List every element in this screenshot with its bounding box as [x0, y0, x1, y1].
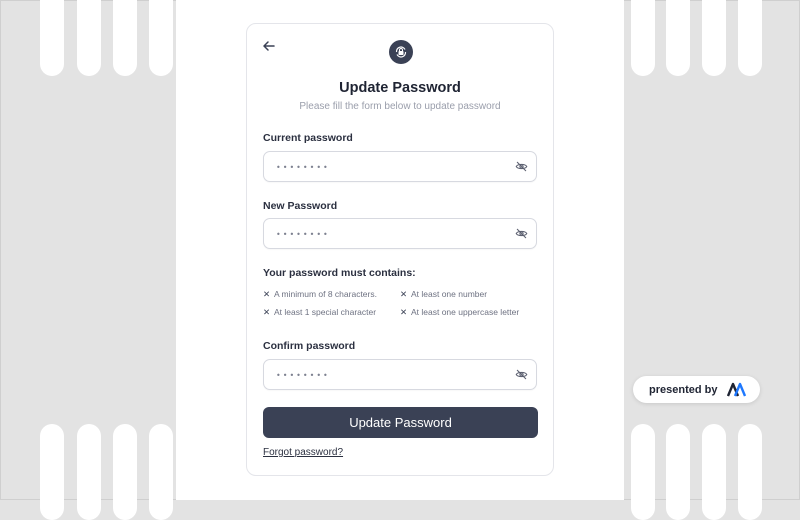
x-mark-icon: ✕ — [263, 289, 271, 299]
decor-pill — [113, 424, 137, 520]
requirement-item: ✕ A minimum of 8 characters. — [263, 289, 377, 299]
confirm-password-field — [263, 359, 537, 391]
brand-logo-icon — [727, 382, 747, 397]
confirm-password-label: Confirm password — [263, 340, 356, 352]
x-mark-icon: ✕ — [400, 307, 408, 317]
update-password-card: Update Password Please fill the form bel… — [246, 23, 554, 476]
back-button[interactable] — [259, 36, 279, 56]
new-password-input[interactable] — [274, 219, 508, 250]
new-password-label: New Password — [263, 200, 338, 212]
decor-pill — [77, 424, 101, 520]
decor-pill — [702, 0, 726, 76]
requirement-item: ✕ At least one number — [400, 289, 488, 299]
confirm-password-input[interactable] — [274, 360, 508, 391]
page-subtitle: Please fill the form below to update pas… — [299, 101, 501, 112]
decor-pill — [631, 424, 655, 520]
current-password-label: Current password — [263, 132, 353, 144]
app-logo — [389, 40, 413, 64]
current-password-field — [263, 151, 537, 183]
lock-refresh-icon — [395, 46, 407, 58]
decor-pill — [149, 424, 173, 520]
requirement-item: ✕ At least one uppercase letter — [400, 307, 520, 317]
presented-by-text: presented by — [649, 383, 718, 396]
requirement-item: ✕ At least 1 special character — [263, 307, 377, 317]
current-password-input[interactable] — [274, 152, 508, 183]
requirements-title: Your password must contains: — [263, 267, 416, 279]
new-password-field — [263, 218, 537, 250]
decor-pill — [738, 424, 762, 520]
decor-pill — [40, 0, 64, 76]
decor-pill — [702, 424, 726, 520]
decor-pill — [738, 0, 762, 76]
decor-pill — [666, 0, 690, 76]
presented-by-badge: presented by — [633, 376, 760, 403]
decor-pill — [77, 0, 101, 76]
x-mark-icon: ✕ — [263, 307, 271, 317]
update-password-button[interactable]: Update Password — [263, 407, 538, 438]
decor-pill — [113, 0, 137, 76]
decor-pill — [40, 424, 64, 520]
x-mark-icon: ✕ — [400, 289, 408, 299]
decor-pill — [666, 424, 690, 520]
eye-off-icon[interactable] — [515, 368, 528, 381]
forgot-password-link[interactable]: Forgot password? — [263, 447, 343, 458]
arrow-left-icon — [263, 41, 275, 51]
decor-pill — [149, 0, 173, 76]
eye-off-icon[interactable] — [515, 160, 528, 173]
page-title: Update Password — [339, 80, 461, 96]
eye-off-icon[interactable] — [515, 227, 528, 240]
decor-pill — [631, 0, 655, 76]
